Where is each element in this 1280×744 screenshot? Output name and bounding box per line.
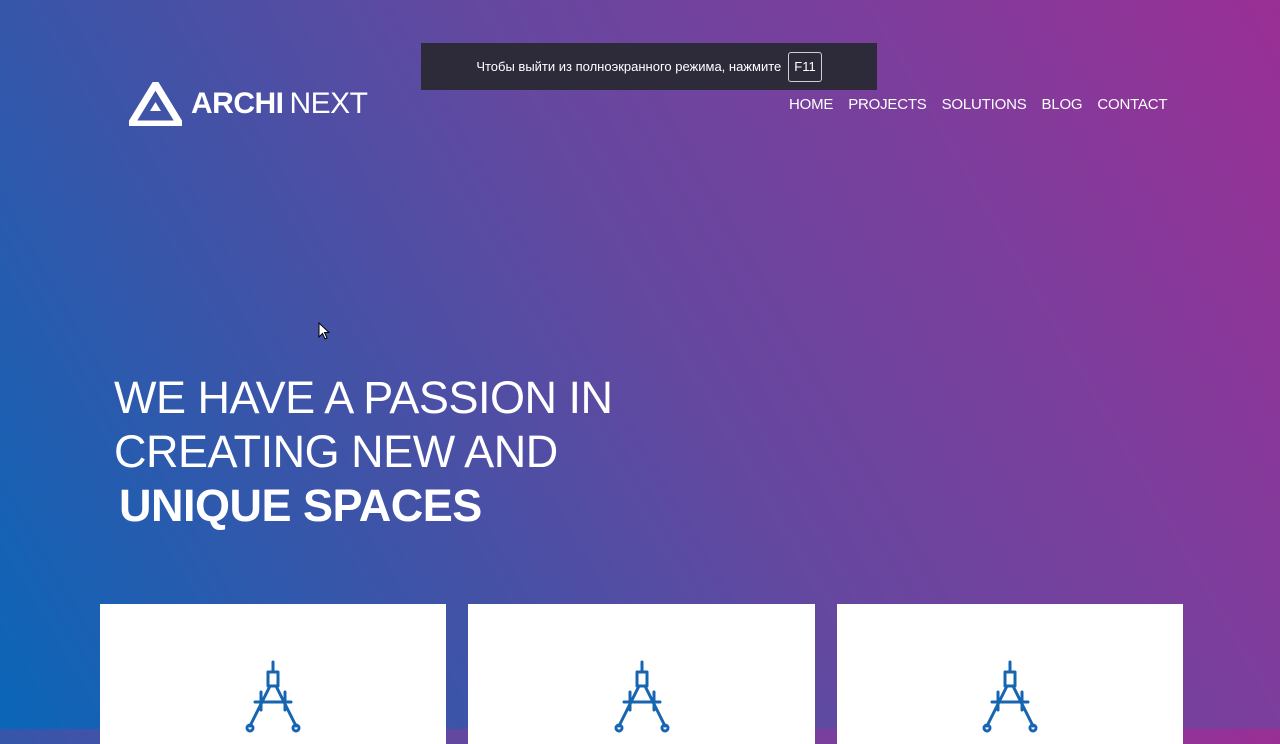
feature-cards bbox=[100, 604, 1183, 744]
site-logo[interactable]: ARCHI NEXT bbox=[129, 82, 368, 126]
drafting-compass-icon bbox=[245, 660, 301, 733]
drafting-compass-icon bbox=[614, 660, 669, 733]
brand-name-bold: ARCHI bbox=[191, 87, 284, 120]
mouse-cursor-icon bbox=[318, 322, 330, 340]
triangle-logo-icon bbox=[129, 82, 182, 126]
hero-line-2: CREATING NEW AND bbox=[114, 426, 558, 477]
hero-headline: WE HAVE A PASSION IN CREATING NEW AND UN… bbox=[114, 371, 613, 533]
hero-line-3: UNIQUE SPACES bbox=[119, 480, 482, 531]
nav-item-home[interactable]: HOME bbox=[789, 96, 833, 114]
nav-item-solutions[interactable]: SOLUTIONS bbox=[942, 96, 1027, 114]
nav-item-contact[interactable]: CONTACT bbox=[1097, 96, 1167, 114]
feature-card[interactable] bbox=[837, 604, 1183, 744]
drafting-compass-icon bbox=[982, 660, 1038, 733]
fullscreen-exit-notice: Чтобы выйти из полноэкранного режима, на… bbox=[421, 43, 877, 90]
feature-card[interactable] bbox=[100, 604, 446, 744]
feature-card[interactable] bbox=[468, 604, 815, 744]
brand-name-light: NEXT bbox=[289, 87, 369, 120]
nav-item-projects[interactable]: PROJECTS bbox=[848, 96, 927, 114]
fullscreen-notice-text: Чтобы выйти из полноэкранного режима, на… bbox=[476, 59, 782, 74]
main-navigation: HOME PROJECTS SOLUTIONS BLOG CONTACT bbox=[789, 96, 1182, 114]
f11-key-badge: F11 bbox=[788, 51, 822, 82]
nav-item-blog[interactable]: BLOG bbox=[1042, 96, 1083, 114]
hero-line-1: WE HAVE A PASSION IN bbox=[114, 372, 613, 423]
brand-name: ARCHI NEXT bbox=[191, 82, 368, 126]
